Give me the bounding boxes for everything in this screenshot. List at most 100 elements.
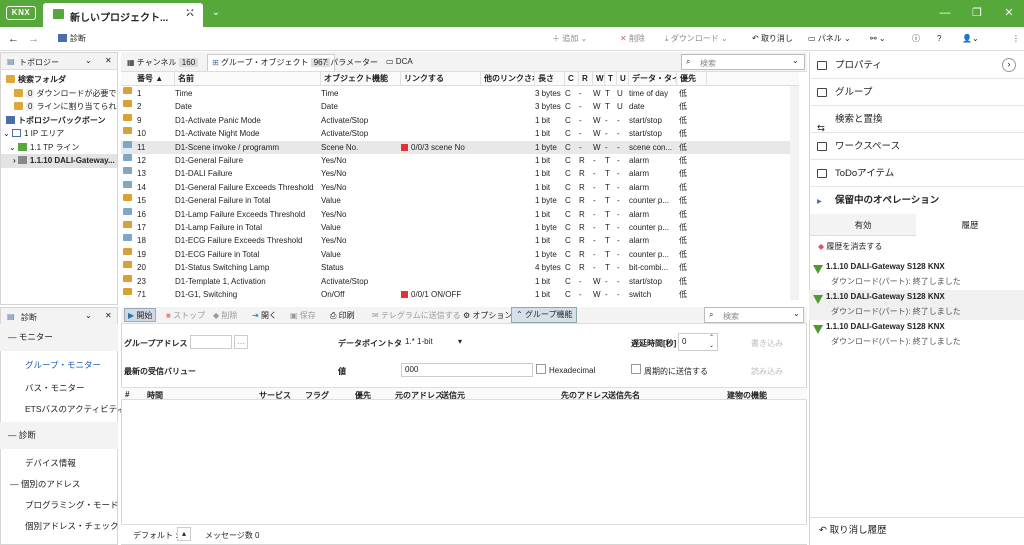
collapse-icon[interactable]: ⌄	[85, 56, 92, 65]
col-priority[interactable]: 優先	[677, 72, 707, 86]
col-w[interactable]: W	[593, 72, 605, 86]
open-button[interactable]: ⇥ 開く	[252, 309, 277, 323]
print-button[interactable]: ⎙ 印刷	[330, 309, 355, 323]
tree-item[interactable]: 0ラインに割り当てられま...	[1, 100, 117, 114]
value-input[interactable]: 000	[401, 363, 533, 377]
undo-history-button[interactable]: ↶ 取り消し履歴	[809, 517, 1024, 545]
close-panel-icon[interactable]: ✕	[105, 311, 112, 320]
col-datatype[interactable]: データ・タイプ	[629, 72, 677, 86]
col-r[interactable]: R	[579, 72, 593, 86]
minimize-icon[interactable]: —	[930, 4, 960, 22]
download-button[interactable]: ⤓ ダウンロード ⌄	[665, 31, 728, 47]
table-scrollbar[interactable]	[790, 86, 799, 300]
col-prio[interactable]: 優先	[355, 390, 371, 401]
read-button[interactable]: 読み込み	[751, 366, 783, 377]
table-row[interactable]: 11 D1-Scene invoke / programm Scene No. 0/0…	[121, 140, 799, 155]
monitor-search-box[interactable]: ⌕ 検索 ⌄	[704, 307, 804, 323]
tree-item[interactable]: トポロジーバックボーン	[1, 114, 117, 128]
col-t[interactable]: T	[605, 72, 617, 86]
add-button[interactable]: ＋ 追加 ⌄	[552, 31, 587, 47]
todo-item[interactable]: ToDoアイテム	[809, 160, 1024, 187]
groups-item[interactable]: グループ	[809, 79, 1024, 106]
write-button[interactable]: 書き込み	[751, 338, 783, 349]
collapse-icon[interactable]: ⌄	[85, 311, 92, 320]
section-monitor[interactable]: — モニター	[0, 324, 118, 351]
default-dropdown[interactable]: ▴	[177, 527, 191, 541]
history-item[interactable]: 1.1.10 DALI-Gateway S128 KNX ダウンロード(パート):…	[809, 260, 1024, 290]
chevron-down-icon[interactable]: ⌄	[3, 129, 10, 138]
table-row[interactable]: 16 D1-Lamp Failure Exceeds Threshold Yes/N…	[121, 207, 799, 222]
workspace-item[interactable]: ワークスペース	[809, 133, 1024, 160]
col-service[interactable]: サービス	[259, 390, 291, 401]
nav-address-check[interactable]: 個別アドレス・チェック	[0, 513, 119, 540]
search-replace-item[interactable]: ⇆ 検索と置換	[809, 106, 1024, 134]
chevron-right-icon[interactable]: ›	[13, 156, 16, 165]
tree-item[interactable]: ⌄ 1.1 TP ライン	[1, 141, 117, 155]
col-other-links[interactable]: 他のリンクされた	[481, 72, 535, 86]
col-source-name[interactable]: 送信元	[441, 390, 465, 401]
hex-checkbox[interactable]	[536, 364, 546, 374]
section-diagnostics[interactable]: — 診断	[0, 422, 118, 449]
table-row[interactable]: 10 D1-Activate Night Mode Activate/Stop 1 b…	[121, 127, 799, 141]
more-icon[interactable]: ⋮	[1012, 31, 1020, 47]
dpt-select[interactable]: 1.* 1-bit ▾	[401, 335, 467, 349]
chevron-down-icon[interactable]: ⌄	[204, 4, 228, 24]
col-links[interactable]: リンクする	[401, 72, 481, 86]
table-row[interactable]: 15 D1-General Failure in Total Value 1 byte…	[121, 194, 799, 208]
window-close-icon[interactable]: ✕	[994, 4, 1024, 22]
browse-button[interactable]: …	[234, 335, 248, 349]
col-u[interactable]: U	[617, 72, 629, 86]
col-source-address[interactable]: 元のアドレス	[395, 390, 443, 401]
tab-dca[interactable]: ▭ DCA	[386, 57, 413, 66]
col-number[interactable]: 番号 ▲	[121, 72, 175, 86]
col-time[interactable]: 時間	[147, 390, 163, 401]
history-item[interactable]: 1.1.10 DALI-Gateway S128 KNX ダウンロード(パート):…	[809, 320, 1024, 350]
help-icon[interactable]: ?	[937, 31, 941, 47]
restore-icon[interactable]: ❐	[962, 4, 992, 22]
start-button[interactable]: ▶ 開始	[124, 308, 157, 322]
tree-item[interactable]: 0 ダウンロードが必要です	[1, 87, 117, 101]
tree-item[interactable]: ⌄ 1 IP エリア	[1, 127, 117, 141]
tree-item-selected[interactable]: › 1.1.10 DALI-Gateway...	[1, 154, 117, 168]
col-c[interactable]: C	[565, 72, 579, 86]
delete-button[interactable]: ✕ 削除	[620, 31, 645, 47]
chevron-right-icon[interactable]: ›	[1002, 58, 1016, 72]
table-row[interactable]: 18 D1-ECG Failure Exceeds Threshold Yes/No…	[121, 234, 799, 248]
col-building-function[interactable]: 建物の機能	[727, 390, 767, 401]
search-box[interactable]: ⌕ 検索 ⌄	[681, 54, 805, 70]
chevron-down-icon[interactable]: ⌄	[9, 143, 16, 152]
group-functions-button[interactable]: ⌃ グループ機能	[511, 307, 578, 323]
spinner-icon[interactable]: ⌃ ⌄	[709, 334, 714, 350]
back-icon[interactable]: ←	[8, 31, 19, 47]
tab-parameters[interactable]: ⫶ パラメーター	[326, 57, 378, 68]
table-row[interactable]: 20 D1-Status Switching Lamp Status 4 bytes C…	[121, 261, 799, 275]
table-row[interactable]: 2 Date Date 3 bytes C - W T Udate 低	[121, 100, 799, 114]
table-row[interactable]: 23 D1-Template 1, Activation Activate/Stop…	[121, 274, 799, 289]
col-length[interactable]: 長さ	[535, 72, 565, 86]
table-row[interactable]: 19 D1-ECG Failure in Total Value 1 byte C R - T…	[121, 247, 799, 262]
table-row[interactable]: 13 D1-DALI Failure Yes/No 1 bit C R - T - alarm 低	[121, 167, 799, 181]
chevron-down-icon[interactable]: ⌄	[792, 56, 799, 65]
table-row[interactable]: 1 Time Time 3 bytes C - W T Utime of day 低	[121, 87, 799, 101]
col-dest-address[interactable]: 先のアドレス	[561, 390, 609, 401]
tab-group-objects[interactable]: ⊞ グループ・オブジェクト 967	[207, 54, 336, 71]
network-icon[interactable]: ⚯ ⌄	[870, 31, 886, 47]
tab-channels[interactable]: ▦ チャンネル 160	[127, 57, 199, 68]
close-panel-icon[interactable]: ✕	[105, 56, 112, 65]
options-button[interactable]: ⚙ オプション	[463, 309, 512, 323]
col-flags[interactable]: フラグ	[305, 390, 329, 401]
properties-item[interactable]: プロパティ ›	[809, 52, 1024, 79]
table-row[interactable]: 12 D1-General Failure Yes/No 1 bit C R - T - alar…	[121, 154, 799, 168]
nav-ets-bus-activity[interactable]: ETSバスのアクティビティ	[0, 396, 125, 423]
panel-button[interactable]: ▭ パネル ⌄	[808, 31, 851, 47]
send-telegram-button[interactable]: ✉ テレグラムに送信する	[372, 309, 461, 323]
delay-input[interactable]: 0 ⌃ ⌄	[678, 333, 718, 351]
chevron-down-icon[interactable]: ⌄	[793, 309, 800, 318]
table-row[interactable]: 17 D1-Lamp Failure in Total Value 1 byte C R -…	[121, 221, 799, 235]
table-row[interactable]: 14 D1-General Failure Exceeds Threshold Ye…	[121, 180, 799, 195]
diagnostics-button[interactable]: 診断	[58, 31, 86, 47]
tab-history[interactable]: 履歴	[916, 214, 1024, 236]
stop-button[interactable]: ■ ストップ	[166, 309, 205, 323]
save-button[interactable]: ▣ 保存	[290, 309, 316, 323]
clear-button[interactable]: ◆ 削除	[213, 309, 237, 323]
